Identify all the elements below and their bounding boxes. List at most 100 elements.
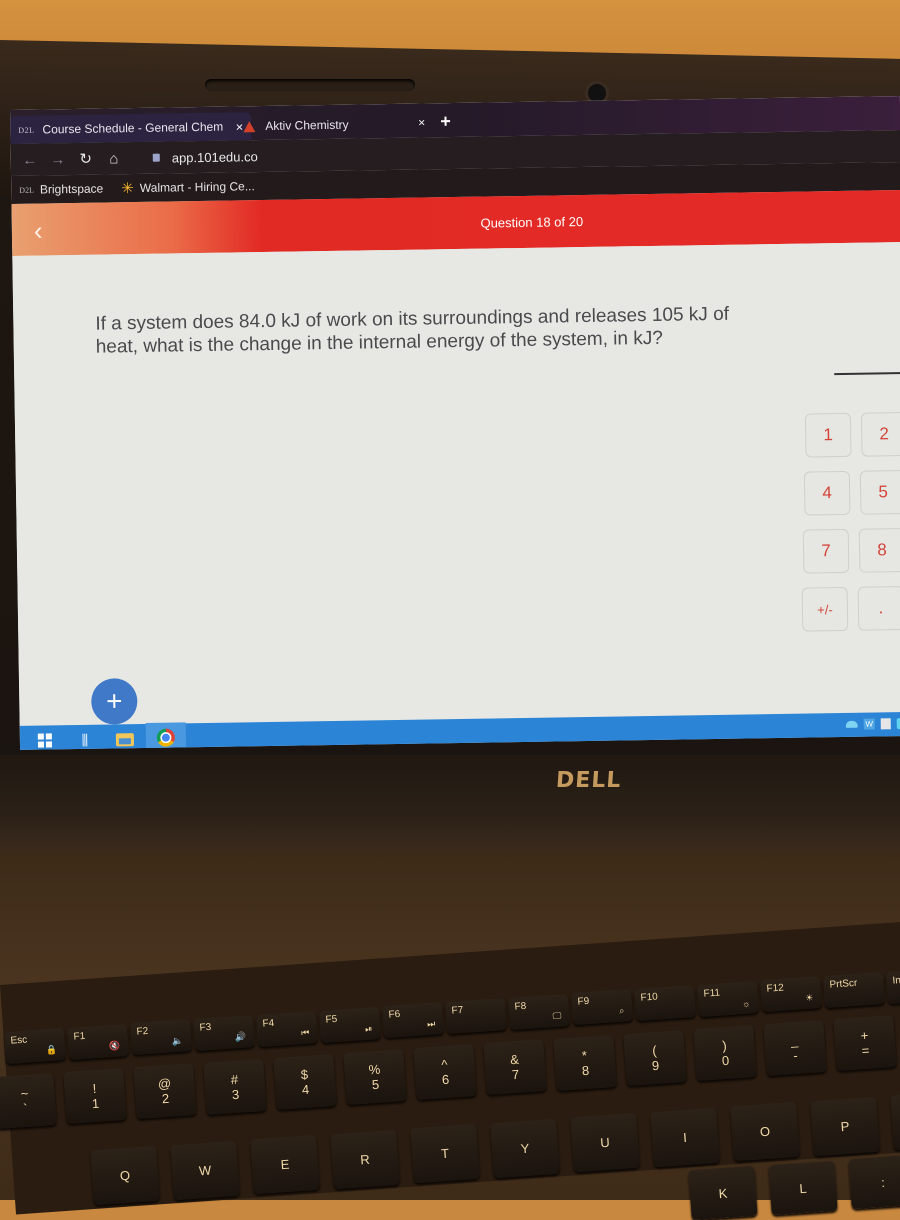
key-f1[interactable]: F1 🔇 bbox=[66, 1023, 130, 1060]
key-8[interactable]: * 8 bbox=[553, 1034, 617, 1091]
key-f11[interactable]: F11 ☼ bbox=[696, 980, 760, 1017]
keypad-key-2[interactable]: 2 bbox=[860, 411, 900, 457]
key-u[interactable]: U bbox=[570, 1112, 640, 1173]
keypad-key-4[interactable]: 4 bbox=[803, 470, 851, 516]
key-1[interactable]: ! 1 bbox=[63, 1068, 127, 1125]
key-icon: ⏮ bbox=[300, 1027, 310, 1038]
home-icon[interactable]: ⌂ bbox=[105, 150, 123, 167]
forward-arrow-icon[interactable]: → bbox=[49, 151, 67, 168]
aktiv-icon bbox=[243, 120, 256, 132]
answer-input-field[interactable] bbox=[834, 371, 900, 376]
task-view-icon[interactable]: ⫼ bbox=[70, 725, 100, 750]
keypad-key-5[interactable]: 5 bbox=[859, 469, 900, 515]
key-inse[interactable]: Inse bbox=[885, 967, 900, 1004]
bookmark-walmart[interactable]: ✳ Walmart - Hiring Ce... bbox=[121, 177, 255, 197]
key-f2[interactable]: F2 🔈 bbox=[129, 1019, 193, 1056]
keypad-key-decimal[interactable]: . bbox=[857, 586, 900, 631]
key-f4[interactable]: F4 ⏮ bbox=[255, 1010, 319, 1047]
key-label: + bbox=[860, 1028, 869, 1044]
onedrive-icon[interactable] bbox=[845, 720, 858, 728]
key-4[interactable]: $4 bbox=[273, 1053, 337, 1110]
bluetooth-icon[interactable] bbox=[896, 718, 900, 730]
key-icon: 🔈 bbox=[171, 1035, 184, 1047]
tab-title: Course Schedule - General Chem bbox=[42, 119, 224, 137]
key-p[interactable]: P bbox=[810, 1096, 880, 1156]
key-i[interactable]: I bbox=[650, 1107, 720, 1167]
file-explorer-icon[interactable] bbox=[110, 724, 140, 750]
key-5[interactable]: % 5 bbox=[343, 1048, 407, 1106]
key-f7[interactable]: F7 bbox=[444, 997, 508, 1034]
key-l[interactable]: L bbox=[768, 1160, 838, 1215]
keypad-key-8[interactable]: 8 bbox=[858, 527, 900, 573]
key-=[interactable]: + = bbox=[833, 1015, 897, 1072]
key-semicolon[interactable]: : bbox=[848, 1154, 900, 1210]
key-`[interactable]: ~ ` bbox=[0, 1072, 57, 1130]
add-button[interactable]: + bbox=[90, 678, 138, 725]
key-label: W bbox=[198, 1162, 212, 1178]
key-esc[interactable]: Esc 🔒 bbox=[3, 1027, 67, 1065]
lock-icon bbox=[152, 153, 160, 162]
key-e[interactable]: E bbox=[250, 1134, 320, 1195]
close-tab-icon[interactable]: × bbox=[418, 115, 425, 129]
question-text: If a system does 84.0 kJ of work on its … bbox=[95, 303, 730, 358]
laptop-screen: D2L Course Schedule - General Chem × Akt… bbox=[10, 96, 900, 750]
key-label: _ bbox=[790, 1032, 799, 1049]
url-field[interactable]: app.101edu.co bbox=[152, 149, 258, 166]
key-w[interactable]: W bbox=[170, 1140, 240, 1200]
key-label: 6 bbox=[441, 1071, 450, 1088]
key-label: = bbox=[861, 1043, 870, 1059]
flashcards-icon[interactable] bbox=[880, 718, 891, 730]
key-label: 0 bbox=[721, 1052, 730, 1069]
keypad-key-7[interactable]: 7 bbox=[802, 528, 850, 574]
reload-icon[interactable]: ↻ bbox=[77, 150, 95, 168]
key-r[interactable]: R bbox=[330, 1129, 400, 1189]
key-f9[interactable]: F9 ⌕ bbox=[570, 989, 634, 1026]
dell-logo: DELL bbox=[555, 768, 623, 793]
walmart-spark-icon: ✳ bbox=[121, 180, 135, 198]
key-f10[interactable]: F10 bbox=[633, 984, 697, 1022]
d2l-favicon-icon: D2L bbox=[19, 185, 34, 195]
bookmark-brightspace[interactable]: D2L Brightspace bbox=[19, 182, 103, 197]
key-o[interactable]: O bbox=[730, 1101, 800, 1162]
key-label: F2 bbox=[136, 1026, 149, 1039]
key-label: F11 bbox=[703, 987, 721, 1000]
key-6[interactable]: ^ 6 bbox=[413, 1044, 477, 1101]
key-label: Esc bbox=[10, 1034, 28, 1047]
key-label: 5 bbox=[371, 1076, 380, 1093]
key-label: F10 bbox=[640, 991, 659, 1004]
tab-course-schedule[interactable]: D2L Course Schedule - General Chem × bbox=[10, 112, 252, 144]
key-7[interactable]: & 7 bbox=[483, 1039, 547, 1096]
key-9[interactable]: (9 bbox=[623, 1029, 687, 1086]
start-icon[interactable] bbox=[30, 725, 60, 750]
chrome-icon[interactable] bbox=[145, 722, 187, 750]
word-icon[interactable]: W bbox=[863, 718, 875, 730]
key-t[interactable]: T bbox=[410, 1123, 480, 1184]
key-label: PrtScr bbox=[829, 977, 858, 991]
key-q[interactable]: Q bbox=[90, 1145, 160, 1206]
key-f12[interactable]: F12 ☀ bbox=[759, 976, 823, 1013]
key-k[interactable]: K bbox=[688, 1165, 758, 1220]
key-prtscr[interactable]: PrtScr bbox=[822, 972, 886, 1009]
key-2[interactable]: @2 bbox=[133, 1063, 197, 1120]
key-label: K bbox=[718, 1185, 728, 1201]
keypad-key-1[interactable]: 1 bbox=[804, 412, 852, 458]
key-label: F8 bbox=[514, 1000, 527, 1013]
key-f8[interactable]: F8 🖵 bbox=[507, 993, 571, 1030]
key-3[interactable]: #3 bbox=[203, 1058, 267, 1115]
key-f6[interactable]: F6 ⏭ bbox=[381, 1002, 445, 1039]
key-label: ( bbox=[651, 1042, 658, 1058]
key-y[interactable]: Y bbox=[490, 1118, 560, 1178]
key--[interactable]: _ - bbox=[763, 1020, 827, 1077]
back-arrow-icon[interactable]: ← bbox=[21, 151, 39, 168]
back-chevron-icon[interactable]: ‹ bbox=[34, 216, 43, 247]
key-f3[interactable]: F3 🔊 bbox=[192, 1015, 256, 1052]
key-label: Q bbox=[119, 1167, 131, 1184]
key-label: % bbox=[368, 1061, 381, 1078]
new-tab-button[interactable]: + bbox=[440, 111, 451, 132]
key-label: F3 bbox=[199, 1021, 212, 1034]
key-0[interactable]: ) 0 bbox=[693, 1024, 757, 1082]
key-icon: ⌕ bbox=[618, 1005, 625, 1017]
keypad-key-plus-minus[interactable]: +/- bbox=[801, 586, 849, 632]
key-label: 1 bbox=[91, 1095, 100, 1112]
key-f5[interactable]: F5 ⏯ bbox=[318, 1006, 382, 1043]
